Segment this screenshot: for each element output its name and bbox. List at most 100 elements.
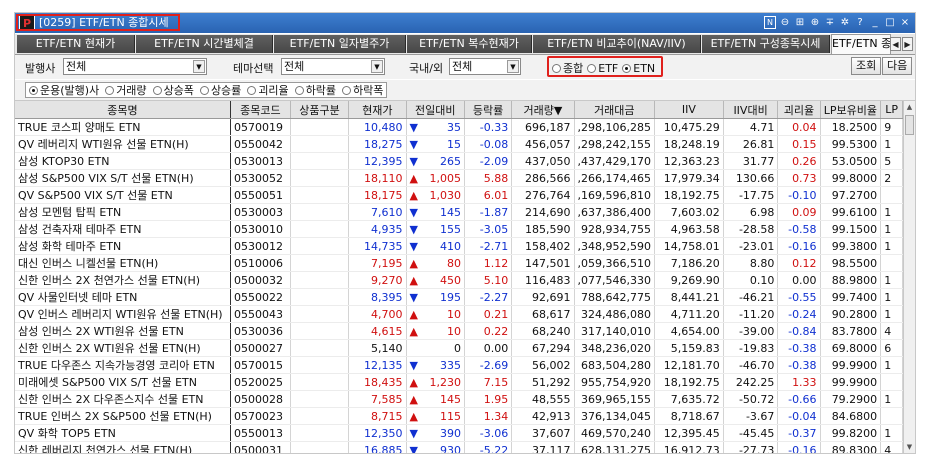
radio-icon xyxy=(587,63,597,73)
title-bar: P [0259] ETF/ETN 종합시세 N ⊖ ⊞ ⊕ ∓ ✲ ? _ □ … xyxy=(15,13,915,33)
sort-radio-issuer[interactable]: 운용(발행)사 xyxy=(29,82,99,98)
zoom-in-icon[interactable]: ⊕ xyxy=(809,15,821,30)
settings-icon[interactable]: ✲ xyxy=(839,15,851,30)
down-arrow-icon: ▼ xyxy=(409,239,418,253)
issuer-select[interactable]: 전체 ▼ xyxy=(63,58,207,75)
table-row[interactable]: 미래에셋 S&P500 VIX S/T 선물 ETN 0520025 18,435 ▲… xyxy=(15,373,903,391)
column-header-name[interactable]: 종목명 xyxy=(15,101,231,119)
column-header-price[interactable]: 현재가 xyxy=(348,101,407,119)
sort-bar: 운용(발행)사 거래량 상승폭 상승률 괴리율 하락률 하락폭 xyxy=(15,80,915,101)
table-row[interactable]: QV 화학 TOP5 ETN 0550013 12,350 ▼ 390 -3.06 37,6… xyxy=(15,424,903,442)
change-value: 450 xyxy=(440,273,461,287)
table-row[interactable]: QV 인버스 레버리지 WTI원유 선물 ETN(H) 0550043 4,700 ▲… xyxy=(15,305,903,323)
cell-amount: ,298,106,285 xyxy=(574,118,656,136)
search-button[interactable]: 조회 xyxy=(851,57,882,75)
column-header-lp-ratio[interactable]: LP보유비율 xyxy=(820,101,882,119)
table-row[interactable]: TRUE 다우존스 지속가능경영 코리아 ETN 0570015 12,135 ▼ 33… xyxy=(15,356,903,374)
cell-lp-extra: 1 xyxy=(880,356,903,374)
sort-radio-rise-amount[interactable]: 상승폭 xyxy=(152,82,194,98)
table-row[interactable]: QV 레버리지 WTI원유 선물 ETN(H) 0550042 18,275 ▼ 15-… xyxy=(15,135,903,153)
chevron-down-icon[interactable]: ▼ xyxy=(371,60,383,73)
chevron-down-icon[interactable]: ▼ xyxy=(507,60,519,73)
close-icon[interactable]: × xyxy=(899,15,911,30)
column-header-iiv-diff[interactable]: IIV대비 xyxy=(723,101,779,119)
down-arrow-icon: ▼ xyxy=(409,205,418,219)
type-radio-etn[interactable]: ETN xyxy=(622,60,655,76)
table-row[interactable]: 신한 인버스 2X 천연가스 선물 ETN(H) 0500032 9,270 ▲ 450… xyxy=(15,271,903,289)
tab-daily-price[interactable]: ETF/ETN 일자별주가 xyxy=(274,35,406,53)
tab-current-price[interactable]: ETF/ETN 현재가 xyxy=(17,35,135,53)
tab-prev-icon[interactable]: ◀ xyxy=(890,37,901,51)
sort-radio-fall-rate[interactable]: 하락률 xyxy=(294,82,336,98)
tab-next-icon[interactable]: ▶ xyxy=(902,37,913,51)
table-row[interactable]: 대신 인버스 니켈선물 ETN(H) 0510006 7,195 ▲ 80 1.12 147… xyxy=(15,254,903,272)
table-row[interactable]: 삼성 건축자재 테마주 ETN 0530010 4,935 ▼ 155 -3.05 185,… xyxy=(15,220,903,238)
tab-overview[interactable]: ETF/ETN 종 xyxy=(831,34,891,54)
column-header-iiv[interactable]: IIV xyxy=(654,101,724,119)
scroll-down-icon[interactable]: ▼ xyxy=(904,441,915,453)
tab-multi-price[interactable]: ETF/ETN 복수현재가 xyxy=(407,35,532,53)
tab-constituents[interactable]: ETF/ETN 구성종목시세 xyxy=(702,35,830,53)
column-header-gap[interactable]: 괴리율 xyxy=(777,101,821,119)
cell-iiv: 10,475.29 xyxy=(654,118,724,136)
column-header-lp-extra[interactable]: LP xyxy=(880,101,903,119)
sort-radio-fall-amount[interactable]: 하락폭 xyxy=(342,82,383,98)
table-row[interactable]: 신한 레버리지 천연가스 선물 ETN(H) 0500031 16,885 ▼ 930-… xyxy=(15,441,903,453)
scroll-thumb[interactable] xyxy=(905,115,914,135)
help-icon[interactable]: ? xyxy=(854,15,866,30)
type-radio-all[interactable]: 종합 xyxy=(552,60,583,76)
table-row[interactable]: QV 사물인터넷 테마 ETN 0550022 8,395 ▼ 195 -2.27 92,6… xyxy=(15,288,903,306)
cell-gap: -0.38 xyxy=(777,339,821,357)
table-row[interactable]: 삼성 KTOP30 ETN 0530013 12,395 ▼ 265 -2.09 437,0… xyxy=(15,152,903,170)
cell-type xyxy=(290,186,350,204)
cell-volume: 437,050 xyxy=(511,152,575,170)
cell-type xyxy=(290,407,350,425)
table-row[interactable]: 삼성 S&P500 VIX S/T 선물 ETN(H) 0530052 18,110… xyxy=(15,169,903,187)
cell-lp-ratio: 18.2500 xyxy=(820,118,882,136)
cell-lp-extra: 4 xyxy=(880,322,903,340)
table-row[interactable]: TRUE 인버스 2X S&P500 선물 ETN(H) 0570023 8,715… xyxy=(15,407,903,425)
cell-code: 0510006 xyxy=(230,254,291,272)
radio-icon xyxy=(247,85,257,95)
table-row[interactable]: 삼성 화학 테마주 ETN 0530012 14,735 ▼ 410 -2.71 158,4… xyxy=(15,237,903,255)
cell-iiv-diff: -45.45 xyxy=(723,424,779,442)
scroll-up-icon[interactable]: ▲ xyxy=(904,101,915,113)
maximize-icon[interactable]: □ xyxy=(884,15,896,30)
column-header-type[interactable]: 상품구분 xyxy=(290,101,350,119)
region-select[interactable]: 전체 ▼ xyxy=(449,58,521,75)
minimize-icon[interactable]: _ xyxy=(869,15,881,30)
next-button[interactable]: 다음 xyxy=(882,57,913,75)
sort-radio-volume[interactable]: 거래량 xyxy=(105,82,147,98)
sort-radio-gap[interactable]: 괴리율 xyxy=(247,82,289,98)
tab-compare-trend[interactable]: ETF/ETN 비교추이(NAV/IIV) xyxy=(533,35,701,53)
radio-icon xyxy=(552,63,561,73)
table-row[interactable]: 삼성 인버스 2X WTI원유 선물 ETN 0530036 4,615 ▲ 10 0.2… xyxy=(15,322,903,340)
vertical-scrollbar[interactable]: ▲ ▼ xyxy=(903,101,915,453)
column-header-code[interactable]: 종목코드 xyxy=(230,101,291,119)
theme-select[interactable]: 전체 ▼ xyxy=(281,58,385,75)
table-row[interactable]: QV S&P500 VIX S/T 선물 ETN 0550051 18,175 ▲ 1,… xyxy=(15,186,903,204)
type-radio-etf[interactable]: ETF xyxy=(587,60,618,76)
pin-icon[interactable]: ∓ xyxy=(824,15,836,30)
cell-change: ▲ 80 xyxy=(406,254,465,272)
sort-radio-rise-rate[interactable]: 상승률 xyxy=(199,82,241,98)
table-row[interactable]: 신한 인버스 2X WTI원유 선물 ETN(H) 0500027 5,140 0 0.… xyxy=(15,339,903,357)
change-value: 390 xyxy=(440,426,461,440)
table-row[interactable]: 삼성 모멘텀 탑픽 ETN 0530003 7,610 ▼ 145 -1.87 214,69… xyxy=(15,203,903,221)
change-value: 10 xyxy=(447,307,461,321)
cell-amount: ,437,429,170 xyxy=(574,152,656,170)
column-header-change[interactable]: 전일대비 xyxy=(406,101,465,119)
cell-lp-extra: 1 xyxy=(880,203,903,221)
cell-change: ▲ 1,030 xyxy=(406,186,465,204)
column-header-volume[interactable]: 거래량▼ xyxy=(511,101,575,119)
grid-icon[interactable]: ⊞ xyxy=(794,15,806,30)
chevron-down-icon[interactable]: ▼ xyxy=(193,60,205,73)
zoom-out-icon[interactable]: ⊖ xyxy=(779,15,791,30)
tab-time-trades[interactable]: ETF/ETN 시간별체결 xyxy=(136,35,273,53)
table-row[interactable]: 신한 인버스 2X 다우존스지수 선물 ETN 0500028 7,585 ▲ 145 1… xyxy=(15,390,903,408)
cell-type xyxy=(290,356,350,374)
new-window-icon[interactable]: N xyxy=(764,16,776,29)
column-header-amount[interactable]: 거래대금 xyxy=(574,101,656,119)
table-row[interactable]: TRUE 코스피 양매도 ETN 0570019 10,480 ▼ 35 -0.33 696… xyxy=(15,118,903,136)
column-header-rate[interactable]: 등락률 xyxy=(464,101,513,119)
